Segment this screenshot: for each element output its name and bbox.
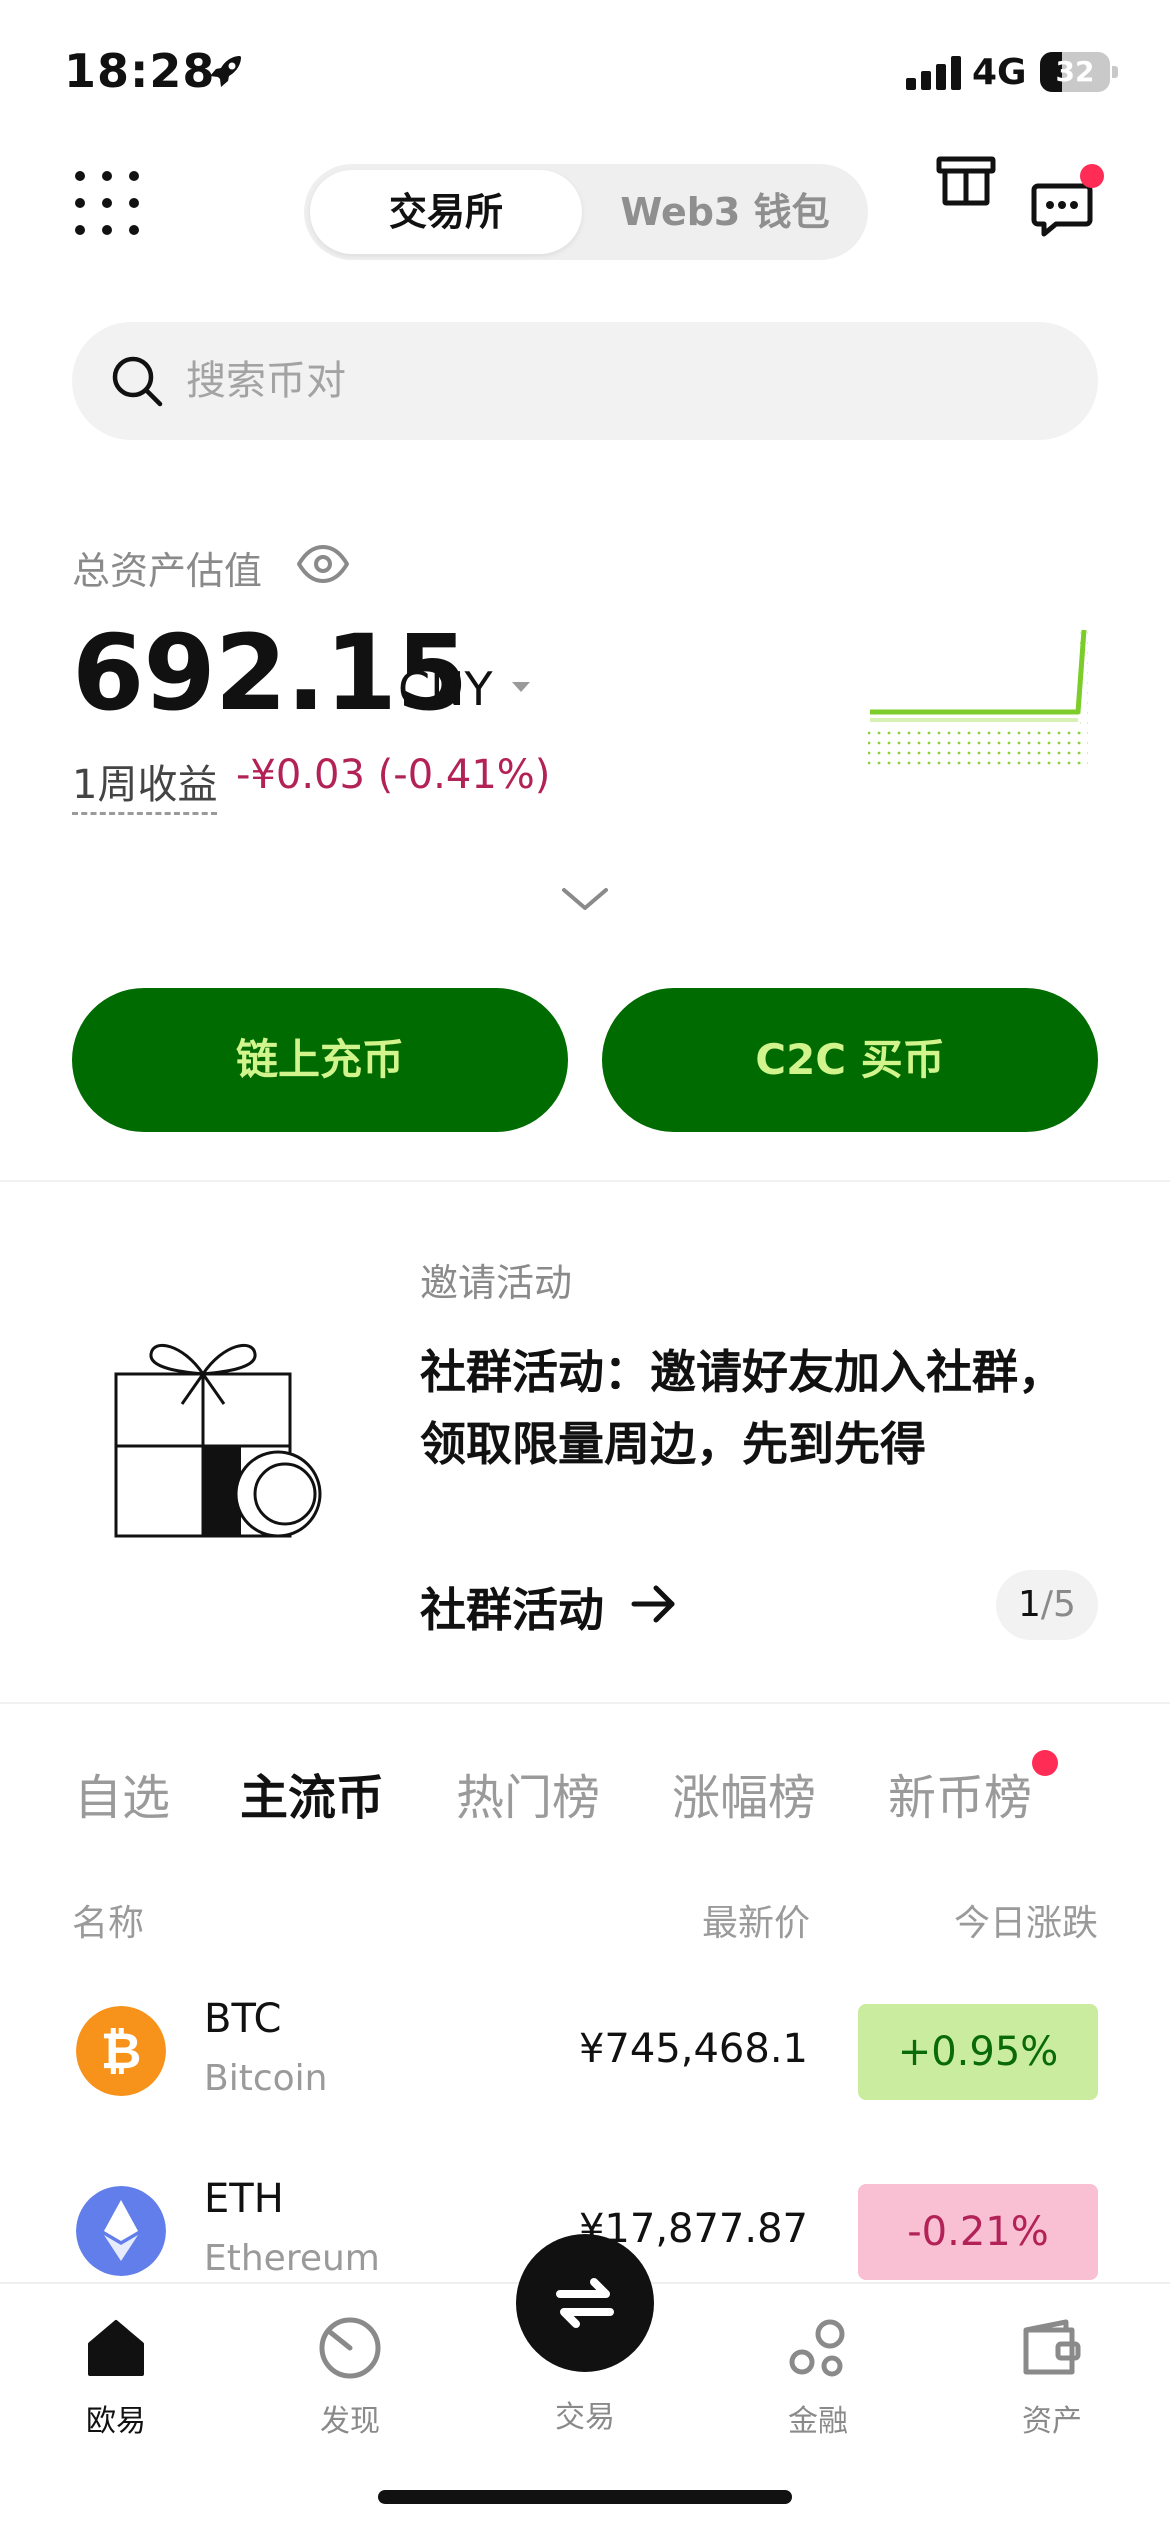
mode-switch: 交易所 Web3 钱包 — [304, 164, 868, 260]
status-time: 18:28 — [64, 44, 216, 98]
nav-finance[interactable]: 金融 — [743, 2312, 893, 2440]
coin-name: Bitcoin — [204, 2058, 328, 2099]
btc-logo-icon: ₿ — [76, 2006, 166, 2096]
chevron-down-icon[interactable] — [560, 884, 610, 914]
asset-sparkline — [868, 629, 1088, 766]
currency-selector[interactable]: CNY — [398, 662, 493, 716]
signal-icon — [906, 56, 961, 90]
battery-icon: 32 — [1040, 52, 1118, 92]
notification-dot — [1080, 164, 1104, 188]
coin-price: ¥745,468.1 — [578, 2026, 808, 2072]
nav-discover[interactable]: 发现 — [275, 2312, 425, 2440]
network-type: 4G — [972, 52, 1027, 93]
trade-button[interactable] — [516, 2234, 654, 2372]
svg-text:₿: ₿ — [101, 2022, 142, 2080]
battery-level: 32 — [1055, 55, 1095, 88]
onchain-deposit-button[interactable]: 链上充币 — [72, 988, 568, 1132]
search-bar[interactable] — [72, 322, 1098, 440]
promo-pager: 1/5 — [996, 1570, 1098, 1640]
eye-icon[interactable] — [296, 544, 350, 584]
coin-symbol: BTC — [204, 1996, 282, 2042]
nav-trade-label[interactable]: 交易 — [510, 2392, 660, 2436]
nav-home[interactable]: 欧易 — [41, 2312, 191, 2440]
weekly-pnl-value: -¥0.03 (-0.41%) — [236, 752, 551, 798]
tab-new-listings[interactable]: 新币榜 — [888, 1758, 1032, 1828]
wallet-icon — [1023, 2319, 1081, 2375]
caret-down-icon[interactable] — [510, 680, 532, 694]
search-input[interactable] — [186, 322, 1066, 440]
finance-icon — [789, 2319, 845, 2377]
gift-box-illustration — [114, 1343, 322, 1538]
nav-assets[interactable]: 资产 — [977, 2312, 1127, 2440]
change-badge: -0.21% — [858, 2184, 1098, 2280]
column-change[interactable]: 今日涨跌 — [954, 1894, 1098, 1946]
coin-symbol: ETH — [204, 2176, 284, 2222]
grid-menu-icon[interactable] — [72, 168, 142, 238]
discover-icon — [319, 2317, 381, 2379]
arrow-right-icon[interactable] — [630, 1582, 678, 1626]
tab-favorites[interactable]: 自选 — [74, 1758, 170, 1828]
tab-hot[interactable]: 热门榜 — [456, 1758, 600, 1828]
change-badge: +0.95% — [858, 2004, 1098, 2100]
home-icon — [88, 2320, 144, 2376]
status-bar: 18:28 4G 32 — [0, 0, 1170, 150]
promo-link[interactable]: 社群活动 — [420, 1574, 604, 1640]
tab-mainstream[interactable]: 主流币 — [240, 1758, 384, 1828]
new-badge-dot — [1032, 1750, 1058, 1776]
column-price[interactable]: 最新价 — [702, 1894, 810, 1946]
section-divider — [0, 1180, 1170, 1182]
search-icon — [112, 356, 163, 407]
column-name: 名称 — [72, 1903, 145, 1944]
weekly-pnl-label[interactable]: 1周收益 — [72, 752, 218, 815]
c2c-buy-button[interactable]: C2C 买币 — [602, 988, 1098, 1132]
tab-web3-wallet[interactable]: Web3 钱包 — [588, 170, 862, 254]
section-divider — [0, 1702, 1170, 1704]
eth-logo-icon — [76, 2186, 166, 2276]
rocket-icon — [210, 56, 241, 87]
promo-kicker: 邀请活动 — [420, 1261, 573, 1305]
promo-title[interactable]: 社群活动：邀请好友加入社群，领取限量周边，先到先得 — [420, 1336, 1100, 1480]
home-indicator — [378, 2490, 792, 2504]
coin-name: Ethereum — [204, 2238, 380, 2279]
tab-gainers[interactable]: 涨幅榜 — [672, 1758, 816, 1828]
total-assets-label: 总资产估值 — [72, 549, 263, 593]
swap-icon — [556, 2278, 614, 2328]
gift-icon[interactable] — [936, 156, 996, 206]
tab-exchange[interactable]: 交易所 — [310, 170, 582, 254]
